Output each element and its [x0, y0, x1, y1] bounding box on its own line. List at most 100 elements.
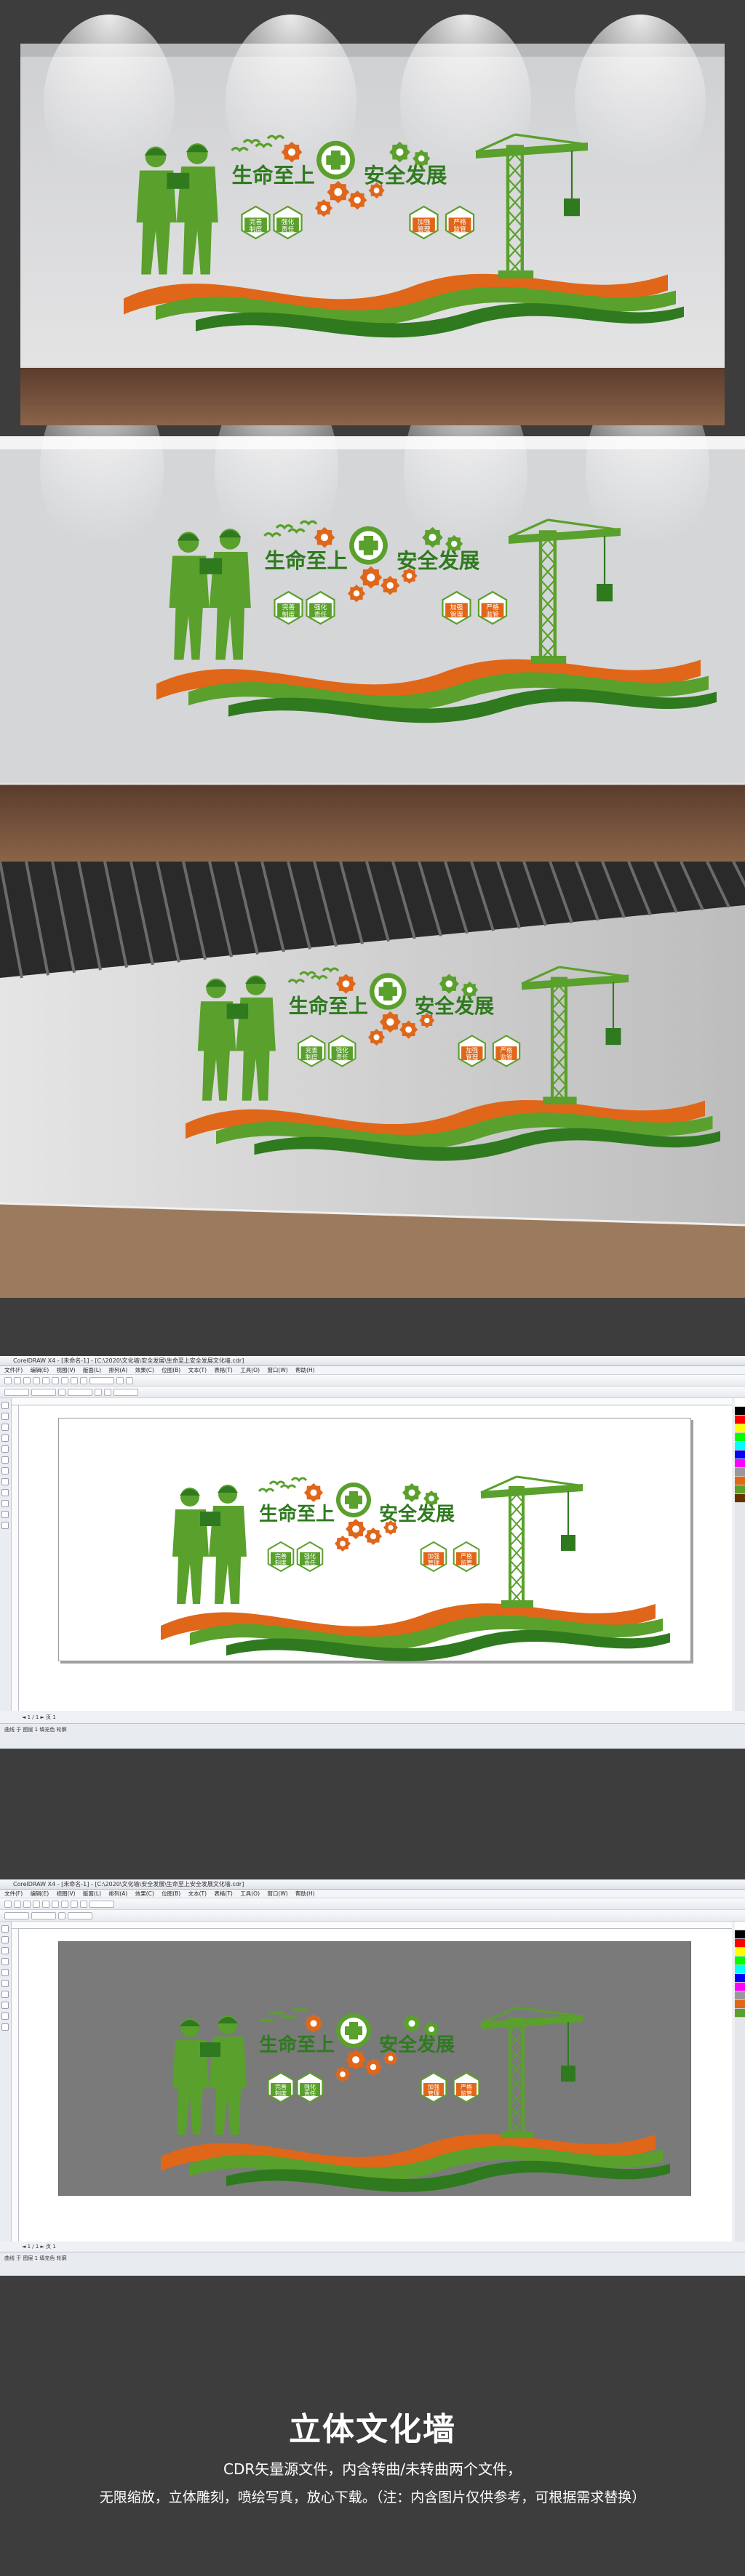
paste-icon[interactable]	[61, 1376, 68, 1384]
menu-bitmaps[interactable]: 位图(B)	[162, 1367, 180, 1373]
hexagon-label: 强化	[304, 1552, 316, 1560]
hexagon-badge: 严格监管	[477, 590, 508, 625]
crop-tool-icon[interactable]	[1, 1424, 9, 1431]
position-x-field[interactable]	[4, 1388, 29, 1396]
open-icon[interactable]	[14, 1376, 21, 1384]
zoom-select[interactable]	[89, 1900, 114, 1908]
ellipse-tool-icon[interactable]	[1, 1991, 9, 1998]
lock-ratio-icon[interactable]	[58, 1388, 65, 1396]
copy-icon[interactable]	[52, 1376, 59, 1384]
cut-icon[interactable]	[42, 1376, 49, 1384]
menu-file[interactable]: 文件(F)	[4, 1367, 23, 1373]
crop-tool-icon[interactable]	[1, 1947, 9, 1954]
tower-crane	[480, 2006, 583, 2138]
cut-icon[interactable]	[42, 1900, 49, 1908]
pick-tool-icon[interactable]	[1, 1925, 9, 1933]
color-palette[interactable]	[735, 1922, 745, 2242]
menu-table[interactable]: 表格(T)	[214, 1890, 232, 1897]
menu-text[interactable]: 文本(T)	[188, 1367, 207, 1373]
hexagon-label: 责任	[336, 1054, 348, 1061]
mirror-v-icon[interactable]	[104, 1388, 111, 1396]
mockup-scene-3: 生命至上 安全发展完善制度强化责任 加强管理严格监管	[0, 862, 745, 1298]
page-navigator[interactable]: ◄ 1 / 1 ► 页 1	[22, 2243, 56, 2250]
wall-artwork-flat-2: 生命至上 安全发展完善制度强化责任加强管理严格监管	[161, 2006, 670, 2192]
zoom-tool-icon[interactable]	[1, 1435, 9, 1442]
menu-layout[interactable]: 版面(L)	[83, 1367, 101, 1373]
import-icon[interactable]	[116, 1376, 124, 1384]
hexagon-badge: 完善制度	[267, 1541, 295, 1573]
gear-icon	[402, 1483, 421, 1502]
cdr-menu-bar: 文件(F) 编辑(E) 视图(V) 版面(L) 排列(A) 效果(C) 位图(B…	[0, 1366, 745, 1375]
menu-effects[interactable]: 效果(C)	[135, 1890, 154, 1897]
outline-width-field[interactable]	[113, 1388, 138, 1396]
rotation-field[interactable]	[68, 1911, 92, 1919]
undo-icon[interactable]	[71, 1376, 78, 1384]
fill-tool-icon[interactable]	[1, 1511, 9, 1518]
export-icon[interactable]	[126, 1376, 133, 1384]
zoom-select[interactable]	[89, 1376, 114, 1384]
menu-help[interactable]: 帮助(H)	[295, 1890, 315, 1897]
menu-view[interactable]: 视图(V)	[57, 1890, 76, 1897]
hexagon-label: 加强	[428, 2083, 439, 2090]
color-palette[interactable]	[735, 1398, 745, 1711]
rectangle-tool-icon[interactable]	[1, 1980, 9, 1987]
lock-ratio-icon[interactable]	[58, 1911, 65, 1919]
mirror-h-icon[interactable]	[95, 1388, 102, 1396]
undo-icon[interactable]	[71, 1900, 78, 1908]
document-page[interactable]: 生命至上 安全发展 完善 制度 强化 责任 加强 管理 严格 监管	[58, 1941, 691, 2196]
save-icon[interactable]	[23, 1900, 31, 1908]
polygon-tool-icon[interactable]	[1, 1478, 9, 1485]
rotation-field[interactable]	[68, 1388, 92, 1396]
menu-window[interactable]: 窗口(W)	[267, 1890, 287, 1897]
menu-bitmaps[interactable]: 位图(B)	[162, 1890, 180, 1897]
hexagon-label: 监管	[461, 1559, 472, 1566]
freehand-tool-icon[interactable]	[1, 1969, 9, 1976]
save-icon[interactable]	[23, 1376, 31, 1384]
page-navigator[interactable]: ◄ 1 / 1 ► 页 1	[22, 1714, 56, 1721]
mockup-scene-2: 生命至上 安全发展完善制度强化责任加强管理严格监管	[0, 425, 745, 862]
menu-window[interactable]: 窗口(W)	[267, 1367, 287, 1373]
width-field[interactable]	[31, 1911, 56, 1919]
menu-tools[interactable]: 工具(O)	[240, 1367, 260, 1373]
ellipse-tool-icon[interactable]	[1, 1467, 9, 1474]
polygon-tool-icon[interactable]	[1, 2002, 9, 2009]
document-page[interactable]: 生命至上 安全发展 完善 制度 强化 责任 加强 管理 严格 监管	[58, 1418, 691, 1661]
menu-arrange[interactable]: 排列(A)	[108, 1890, 127, 1897]
menu-arrange[interactable]: 排列(A)	[108, 1367, 127, 1373]
copy-icon[interactable]	[52, 1900, 59, 1908]
gear-icon	[389, 141, 410, 163]
menu-effects[interactable]: 效果(C)	[135, 1367, 154, 1373]
menu-table[interactable]: 表格(T)	[214, 1367, 232, 1373]
fill-tool-icon[interactable]	[1, 2023, 9, 2031]
width-field[interactable]	[31, 1388, 56, 1396]
status-text: 曲线 于 图层 1 填充色 轮廓	[4, 1727, 67, 1733]
menu-edit[interactable]: 编辑(E)	[31, 1367, 49, 1373]
menu-edit[interactable]: 编辑(E)	[31, 1890, 49, 1897]
menu-view[interactable]: 视图(V)	[57, 1367, 76, 1373]
shape-tool-icon[interactable]	[1, 1413, 9, 1420]
table-tool-icon[interactable]	[1, 1500, 9, 1507]
rectangle-tool-icon[interactable]	[1, 1456, 9, 1464]
outline-tool-icon[interactable]	[1, 1522, 9, 1529]
menu-layout[interactable]: 版面(L)	[83, 1890, 101, 1897]
freehand-tool-icon[interactable]	[1, 1445, 9, 1453]
menu-tools[interactable]: 工具(O)	[240, 1890, 260, 1897]
print-icon[interactable]	[33, 1376, 40, 1384]
text-tool-icon[interactable]	[1, 1489, 9, 1496]
redo-icon[interactable]	[80, 1900, 87, 1908]
pick-tool-icon[interactable]	[1, 1402, 9, 1409]
redo-icon[interactable]	[80, 1376, 87, 1384]
zoom-tool-icon[interactable]	[1, 1958, 9, 1965]
menu-file[interactable]: 文件(F)	[4, 1890, 23, 1897]
text-tool-icon[interactable]	[1, 2013, 9, 2020]
open-icon[interactable]	[14, 1900, 21, 1908]
paste-icon[interactable]	[61, 1900, 68, 1908]
print-icon[interactable]	[33, 1900, 40, 1908]
position-x-field[interactable]	[4, 1911, 29, 1919]
new-icon[interactable]	[4, 1900, 12, 1908]
menu-text[interactable]: 文本(T)	[188, 1890, 207, 1897]
new-icon[interactable]	[4, 1376, 12, 1384]
menu-help[interactable]: 帮助(H)	[295, 1367, 315, 1373]
hexagon-badge: 完善制度	[298, 1035, 326, 1067]
shape-tool-icon[interactable]	[1, 1936, 9, 1943]
